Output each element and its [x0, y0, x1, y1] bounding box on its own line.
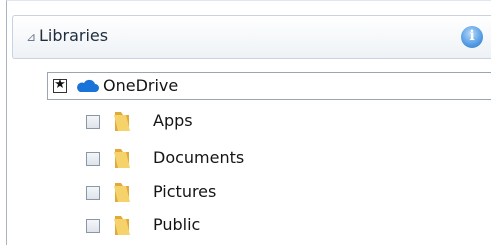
- public-checkbox[interactable]: [86, 219, 100, 233]
- folder-icon: [114, 149, 130, 168]
- collapse-triangle-icon[interactable]: ⊿: [26, 30, 36, 44]
- tree-item-label: OneDrive: [103, 76, 179, 95]
- folder-icon: [114, 183, 130, 202]
- folder-icon: [114, 112, 130, 131]
- libraries-title: Libraries: [39, 26, 109, 45]
- folder-icon: [114, 216, 130, 235]
- apps-checkbox[interactable]: [86, 115, 100, 129]
- info-icon[interactable]: [461, 26, 483, 48]
- tree-item-onedrive[interactable]: OneDrive: [47, 72, 491, 100]
- documents-checkbox[interactable]: [86, 152, 100, 166]
- pictures-checkbox[interactable]: [86, 186, 100, 200]
- tree-item-label: Documents: [153, 148, 245, 167]
- tree-item-label: Pictures: [153, 182, 217, 201]
- tree-item-public[interactable]: Public: [80, 211, 380, 239]
- libraries-header[interactable]: ⊿ Libraries: [12, 15, 491, 59]
- onedrive-star-checkbox[interactable]: [53, 77, 67, 93]
- tree-item-label: Public: [153, 215, 201, 234]
- tree-item-documents[interactable]: Documents: [80, 144, 380, 172]
- tree-item-apps[interactable]: Apps: [80, 107, 380, 135]
- onedrive-cloud-icon: [77, 79, 99, 92]
- tree-item-pictures[interactable]: Pictures: [80, 178, 380, 206]
- tree-item-label: Apps: [153, 111, 193, 130]
